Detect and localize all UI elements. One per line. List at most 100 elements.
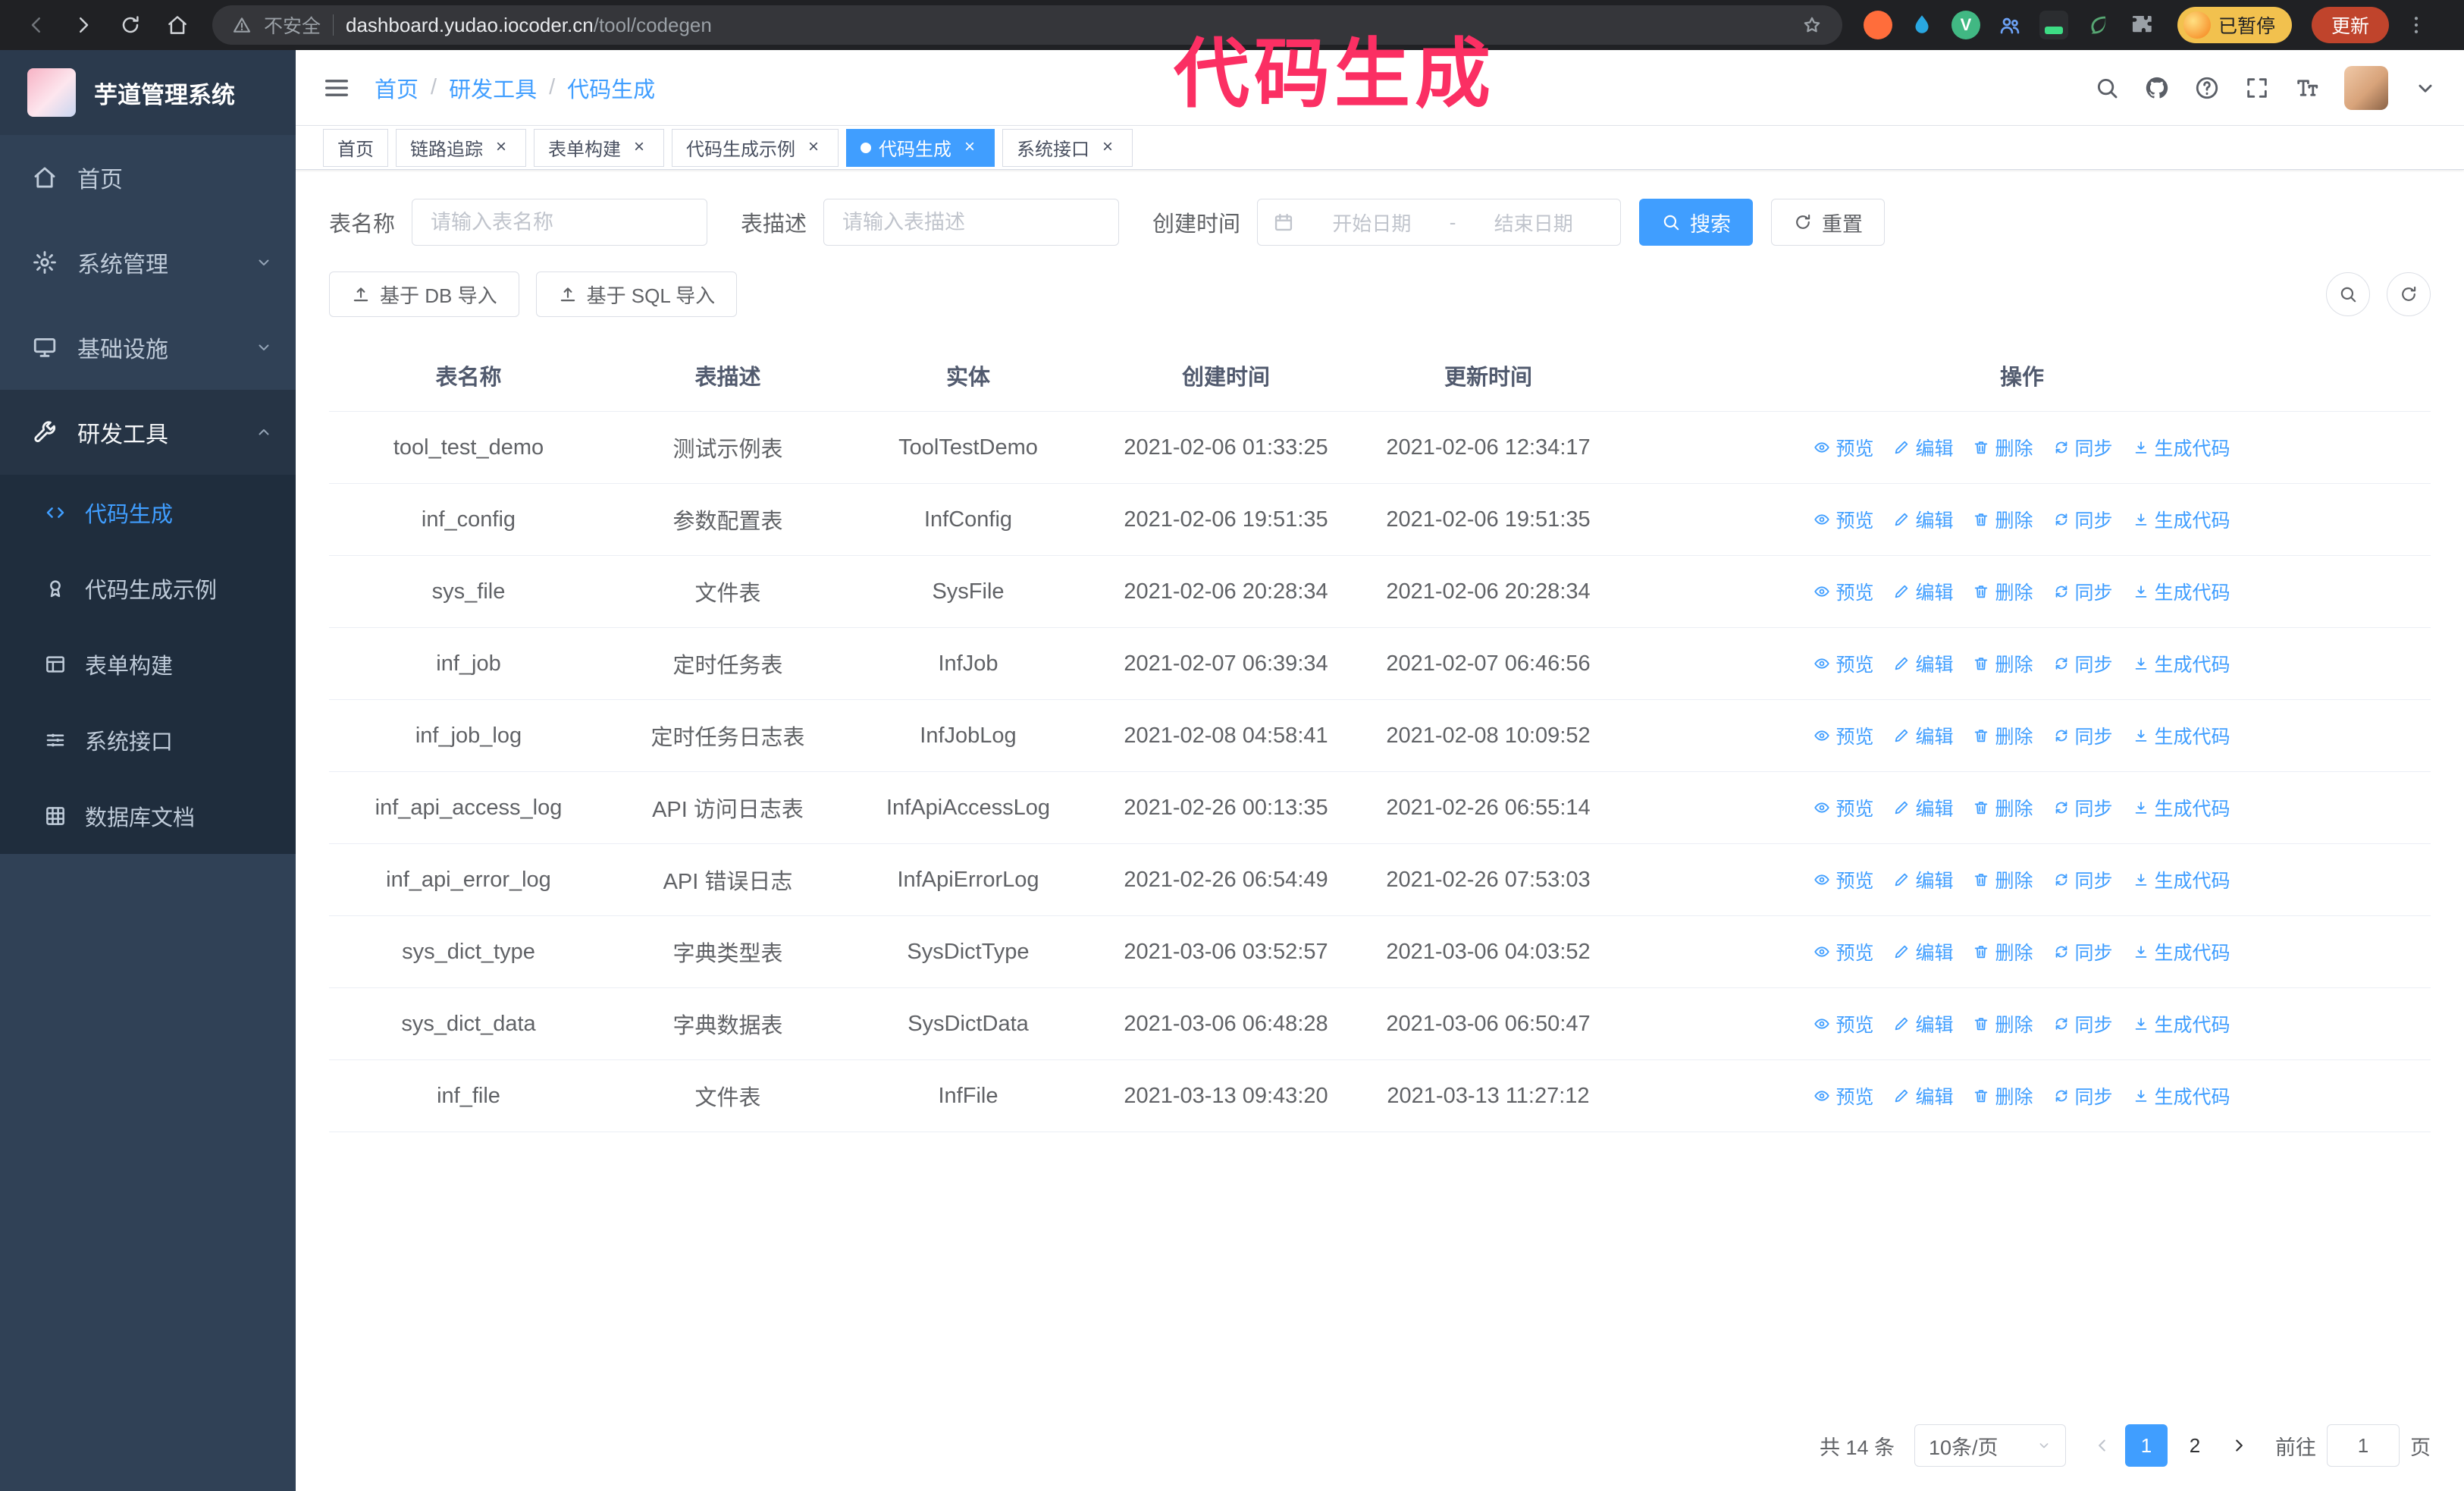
- search-icon[interactable]: [2094, 75, 2120, 101]
- preview-link[interactable]: 预览: [1814, 722, 1873, 749]
- delete-link[interactable]: 删除: [1973, 722, 2033, 749]
- edit-link[interactable]: 编辑: [1893, 938, 1953, 965]
- sidebar-subitem[interactable]: 代码生成: [0, 475, 296, 551]
- generate-code-link[interactable]: 生成代码: [2133, 722, 2230, 749]
- preview-link[interactable]: 预览: [1814, 578, 1873, 605]
- sidebar-subitem[interactable]: 系统接口: [0, 702, 296, 778]
- browser-forward-button[interactable]: [64, 5, 103, 45]
- page-button[interactable]: 2: [2174, 1424, 2216, 1467]
- delete-link[interactable]: 删除: [1973, 578, 2033, 605]
- close-icon[interactable]: ×: [1097, 137, 1118, 159]
- generate-code-link[interactable]: 生成代码: [2133, 434, 2230, 461]
- sidebar-item[interactable]: 研发工具: [0, 390, 296, 475]
- browser-home-button[interactable]: [158, 5, 197, 45]
- page-size-select[interactable]: 10条/页: [1914, 1424, 2066, 1467]
- delete-link[interactable]: 删除: [1973, 1082, 2033, 1110]
- edit-link[interactable]: 编辑: [1893, 866, 1953, 893]
- extension-icon[interactable]: [1908, 11, 1936, 39]
- generate-code-link[interactable]: 生成代码: [2133, 1082, 2230, 1110]
- extensions-puzzle-icon[interactable]: [2127, 11, 2156, 39]
- profile-chip[interactable]: 已暂停: [2177, 7, 2293, 43]
- prev-page-button[interactable]: [2086, 1424, 2119, 1467]
- sync-link[interactable]: 同步: [2053, 794, 2113, 821]
- view-tab[interactable]: 系统接口 ×: [1002, 128, 1133, 167]
- sync-link[interactable]: 同步: [2053, 866, 2113, 893]
- preview-link[interactable]: 预览: [1814, 866, 1873, 893]
- generate-code-link[interactable]: 生成代码: [2133, 506, 2230, 533]
- fullscreen-icon[interactable]: [2244, 75, 2270, 101]
- sync-link[interactable]: 同步: [2053, 578, 2113, 605]
- help-icon[interactable]: [2194, 75, 2220, 101]
- import-sql-button[interactable]: 基于 SQL 导入: [535, 272, 738, 317]
- close-icon[interactable]: ×: [629, 137, 650, 159]
- view-tab[interactable]: 首页: [323, 128, 388, 167]
- sidebar-subitem[interactable]: 代码生成示例: [0, 551, 296, 626]
- preview-link[interactable]: 预览: [1814, 1010, 1873, 1037]
- sidebar-item[interactable]: 系统管理: [0, 220, 296, 305]
- generate-code-link[interactable]: 生成代码: [2133, 1010, 2230, 1037]
- preview-link[interactable]: 预览: [1814, 434, 1873, 461]
- sync-link[interactable]: 同步: [2053, 434, 2113, 461]
- hamburger-menu-icon[interactable]: [321, 73, 352, 103]
- extension-icon[interactable]: [2083, 11, 2112, 39]
- caret-down-icon[interactable]: [2412, 75, 2438, 101]
- edit-link[interactable]: 编辑: [1893, 578, 1953, 605]
- edit-link[interactable]: 编辑: [1893, 506, 1953, 533]
- goto-page-input[interactable]: [2327, 1424, 2400, 1467]
- page-button[interactable]: 1: [2125, 1424, 2168, 1467]
- generate-code-link[interactable]: 生成代码: [2133, 794, 2230, 821]
- address-bar[interactable]: 不安全 dashboard.yudao.iocoder.cn/tool/code…: [212, 5, 1842, 45]
- edit-link[interactable]: 编辑: [1893, 722, 1953, 749]
- view-tab[interactable]: 代码生成 ×: [846, 128, 995, 167]
- font-size-icon[interactable]: [2294, 75, 2320, 101]
- breadcrumb-item[interactable]: 首页: [375, 72, 419, 104]
- close-icon[interactable]: ×: [491, 137, 512, 159]
- delete-link[interactable]: 删除: [1973, 794, 2033, 821]
- sidebar-subitem[interactable]: 表单构建: [0, 626, 296, 702]
- reset-button[interactable]: 重置: [1771, 199, 1886, 246]
- browser-back-button[interactable]: [17, 5, 56, 45]
- generate-code-link[interactable]: 生成代码: [2133, 938, 2230, 965]
- extension-icon[interactable]: [2039, 11, 2068, 39]
- view-tab[interactable]: 表单构建 ×: [534, 128, 664, 167]
- view-tab[interactable]: 链路追踪 ×: [396, 128, 526, 167]
- view-tab[interactable]: 代码生成示例 ×: [672, 128, 839, 167]
- preview-link[interactable]: 预览: [1814, 794, 1873, 821]
- edit-link[interactable]: 编辑: [1893, 1082, 1953, 1110]
- sync-link[interactable]: 同步: [2053, 650, 2113, 677]
- create-time-range-picker[interactable]: 开始日期 - 结束日期: [1257, 199, 1622, 246]
- preview-link[interactable]: 预览: [1814, 650, 1873, 677]
- bookmark-star-icon[interactable]: [1801, 14, 1823, 36]
- browser-reload-button[interactable]: [111, 5, 150, 45]
- app-logo[interactable]: 芋道管理系统: [0, 50, 296, 135]
- delete-link[interactable]: 删除: [1973, 650, 2033, 677]
- user-avatar[interactable]: [2344, 65, 2388, 110]
- edit-link[interactable]: 编辑: [1893, 1010, 1953, 1037]
- extension-icon[interactable]: [1864, 11, 1892, 39]
- breadcrumb-item[interactable]: 研发工具: [449, 72, 537, 104]
- sync-link[interactable]: 同步: [2053, 938, 2113, 965]
- preview-link[interactable]: 预览: [1814, 938, 1873, 965]
- sidebar-item[interactable]: 基础设施: [0, 305, 296, 390]
- delete-link[interactable]: 删除: [1973, 1010, 2033, 1037]
- sync-link[interactable]: 同步: [2053, 506, 2113, 533]
- next-page-button[interactable]: [2222, 1424, 2256, 1467]
- refresh-table-button[interactable]: [2387, 272, 2431, 316]
- breadcrumb-item[interactable]: 代码生成: [567, 72, 655, 104]
- close-icon[interactable]: ×: [959, 137, 980, 159]
- generate-code-link[interactable]: 生成代码: [2133, 866, 2230, 893]
- import-db-button[interactable]: 基于 DB 导入: [329, 272, 519, 317]
- delete-link[interactable]: 删除: [1973, 866, 2033, 893]
- table-desc-input[interactable]: [823, 199, 1120, 246]
- extension-icon[interactable]: V: [1951, 11, 1980, 39]
- extension-icon[interactable]: [1995, 11, 2024, 39]
- browser-update-button[interactable]: 更新: [2312, 7, 2390, 43]
- sync-link[interactable]: 同步: [2053, 722, 2113, 749]
- delete-link[interactable]: 删除: [1973, 506, 2033, 533]
- github-icon[interactable]: [2144, 75, 2170, 101]
- edit-link[interactable]: 编辑: [1893, 650, 1953, 677]
- sync-link[interactable]: 同步: [2053, 1010, 2113, 1037]
- table-name-input[interactable]: [412, 199, 708, 246]
- generate-code-link[interactable]: 生成代码: [2133, 578, 2230, 605]
- delete-link[interactable]: 删除: [1973, 938, 2033, 965]
